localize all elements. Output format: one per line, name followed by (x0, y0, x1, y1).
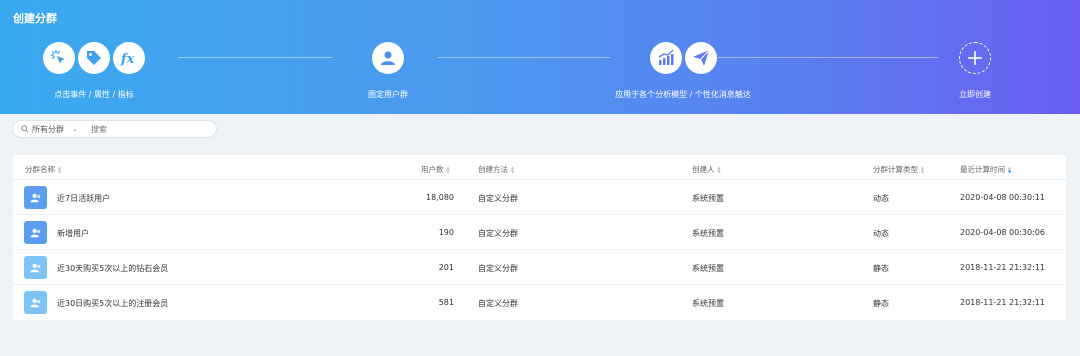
users-icon (24, 186, 47, 209)
user-count: 18,080 (426, 193, 454, 202)
create-segment-banner: 创建分群 fx 点击事件 / 属性 / 指标 圈定用户群 应用于各个分析模型 /… (0, 0, 1080, 114)
create-method: 自定义分群 (478, 229, 518, 238)
col-users[interactable]: 用户数 ▲ ▼ (421, 164, 450, 175)
create-now-label[interactable]: 立即创建 (959, 89, 991, 100)
col-last-calc[interactable]: 最近计算时间 ▲ ▼ (960, 164, 1011, 175)
last-calc-time: 2020-04-08 00:30:06 (960, 228, 1045, 237)
banner-title: 创建分群 (13, 12, 57, 25)
table-row[interactable]: 新增用户 190 自定义分群 系统预置 动态 2020-04-08 00:30:… (13, 215, 1066, 250)
creator: 系统预置 (692, 264, 724, 273)
col-method[interactable]: 创建方法 ▲ ▼ (478, 164, 514, 175)
step-label: 圈定用户群 (368, 90, 408, 99)
tag-icon (78, 41, 110, 74)
users-icon (24, 291, 47, 314)
filter-select-label: 所有分群 (32, 124, 64, 134)
calc-type: 静态 (873, 299, 889, 308)
calc-type: 动态 (873, 229, 889, 238)
step-label: 点击事件 / 属性 / 指标 (54, 90, 134, 99)
click-icon (43, 41, 75, 74)
sort-icon: ▲ ▼ (58, 164, 62, 174)
step-define-events: fx 点击事件 / 属性 / 指标 (38, 41, 150, 100)
last-calc-time: 2018-11-21 21:32:11 (960, 298, 1045, 307)
calc-type: 动态 (873, 194, 889, 203)
filter-bar: 所有分群 ⌄ (12, 120, 217, 138)
chart-icon (649, 41, 682, 74)
create-method: 自定义分群 (478, 194, 518, 203)
table-row[interactable]: 近30日购买5次以上的注册会员 581 自定义分群 系统预置 静态 2018-1… (13, 285, 1066, 320)
sort-desc-icon: ▲ ▼ (1008, 164, 1012, 174)
create-method: 自定义分群 (478, 299, 518, 308)
creator: 系统预置 (692, 229, 724, 238)
segment-table: 分群名称 ▲ ▼ 用户数 ▲ ▼ 创建方法 ▲ ▼ 创建人 ▲ ▼ 分群计算类型 ▲ ▼ 最近计算时… (13, 155, 1066, 320)
last-calc-time: 2020-04-08 00:30:11 (960, 193, 1045, 202)
segment-filter-select[interactable]: 所有分群 ⌄ (13, 124, 91, 135)
user-count: 581 (438, 298, 454, 307)
table-header: 分群名称 ▲ ▼ 用户数 ▲ ▼ 创建方法 ▲ ▼ 创建人 ▲ ▼ 分群计算类型 ▲ ▼ 最近计算时… (13, 155, 1066, 180)
segment-name[interactable]: 近30天购买5次以上的钻石会员 (57, 263, 168, 274)
creator: 系统预置 (692, 194, 724, 203)
plus-icon[interactable] (959, 41, 991, 74)
col-name[interactable]: 分群名称 ▲ ▼ (25, 164, 61, 175)
step-apply-models: 应用于各个分析模型 / 个性化消息触达 (608, 41, 758, 100)
step-connector (178, 57, 332, 58)
step-label: 应用于各个分析模型 / 个性化消息触达 (615, 90, 751, 99)
step-connector (438, 57, 610, 58)
sort-icon: ▲ ▼ (511, 164, 515, 174)
table-row[interactable]: 近30天购买5次以上的钻石会员 201 自定义分群 系统预置 静态 2018-1… (13, 250, 1066, 285)
create-method: 自定义分群 (478, 264, 518, 273)
table-row[interactable]: 近7日活跃用户 18,080 自定义分群 系统预置 动态 2020-04-08 … (13, 180, 1066, 215)
creator: 系统预置 (692, 299, 724, 308)
create-now-button[interactable]: 立即创建 (945, 41, 1005, 100)
search-input[interactable] (91, 124, 201, 134)
col-creator[interactable]: 创建人 ▲ ▼ (692, 164, 721, 175)
users-icon (24, 221, 47, 244)
col-calc-type[interactable]: 分群计算类型 ▲ ▼ (873, 164, 924, 175)
calc-type: 静态 (873, 264, 889, 273)
sort-icon: ▲ ▼ (717, 164, 721, 174)
sort-icon: ▲ ▼ (921, 164, 925, 174)
segment-name[interactable]: 近30日购买5次以上的注册会员 (57, 298, 168, 309)
segment-name[interactable]: 新增用户 (57, 228, 89, 239)
send-icon (684, 41, 717, 74)
svg-text:fx: fx (120, 52, 135, 67)
step-select-users: 圈定用户群 (352, 41, 424, 100)
user-count: 201 (438, 263, 454, 272)
sort-icon: ▲ ▼ (446, 164, 450, 174)
users-icon (372, 41, 404, 74)
fx-icon: fx (113, 41, 145, 74)
search-icon (21, 125, 29, 133)
user-count: 190 (438, 228, 454, 237)
users-icon (24, 256, 47, 279)
segment-name[interactable]: 近7日活跃用户 (57, 193, 110, 204)
last-calc-time: 2018-11-21 21:32:11 (960, 263, 1045, 272)
chevron-down-icon: ⌄ (72, 125, 78, 133)
